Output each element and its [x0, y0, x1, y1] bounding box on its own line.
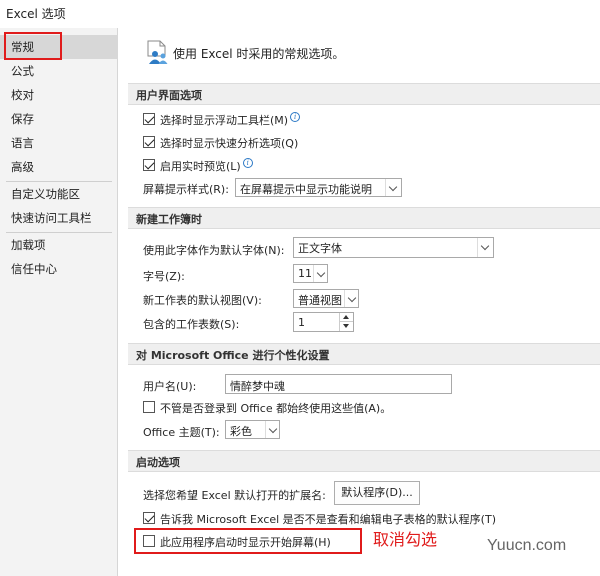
tooltip-style-label: 屏幕提示样式(R): — [143, 183, 229, 196]
chevron-down-icon — [265, 421, 279, 438]
section-header-startup: 启动选项 — [128, 450, 600, 472]
sidebar-item-language[interactable]: 语言 — [0, 131, 118, 155]
quick-analysis-checkbox[interactable] — [143, 136, 155, 148]
tooltip-style-value: 在屏幕提示中显示功能说明 — [240, 183, 372, 196]
options-sidebar: 常规 公式 校对 保存 语言 高级 自定义功能区 快速访问工具栏 加载项 信任中… — [0, 28, 118, 576]
default-view-value: 普通视图 — [298, 294, 342, 307]
default-programs-button[interactable]: 默认程序(D)... — [334, 481, 420, 505]
default-extensions-label: 选择您希望 Excel 默认打开的扩展名: — [143, 489, 326, 502]
watermark: Yuucn.com — [487, 537, 567, 554]
section-header-personalize: 对 Microsoft Office 进行个性化设置 — [128, 343, 600, 365]
sidebar-item-customize-ribbon[interactable]: 自定义功能区 — [0, 182, 118, 206]
live-preview-label: 启用实时预览(L) i — [160, 158, 253, 174]
username-value: 情醉梦中魂 — [230, 380, 285, 393]
always-use-values-label: 不管是否登录到 Office 都始终使用这些值(A)。 — [160, 402, 392, 415]
section-title: 新建工作簿时 — [136, 213, 202, 226]
office-theme-label: Office 主题(T): — [143, 426, 220, 439]
chevron-down-icon — [313, 265, 327, 282]
quick-analysis-label: 选择时显示快速分析选项(Q) — [160, 137, 299, 150]
chevron-down-icon — [385, 179, 401, 196]
default-view-select[interactable]: 普通视图 — [293, 289, 359, 308]
font-size-label: 字号(Z): — [143, 270, 185, 283]
section-header-new-workbook: 新建工作簿时 — [128, 207, 600, 229]
office-theme-value: 彩色 — [230, 425, 252, 438]
tooltip-style-select[interactable]: 在屏幕提示中显示功能说明 — [235, 178, 402, 197]
font-size-select[interactable]: 11 — [293, 264, 328, 283]
float-toolbar-checkbox[interactable] — [143, 113, 155, 125]
spin-down-arrow-icon[interactable] — [340, 322, 353, 331]
sidebar-item-trust-center[interactable]: 信任中心 — [0, 257, 118, 281]
annotation-uncheck: 取消勾选 — [373, 530, 438, 549]
sheet-count-value: 1 — [298, 316, 305, 329]
default-view-label: 新工作表的默认视图(V): — [143, 294, 262, 307]
username-label: 用户名(U): — [143, 380, 197, 393]
highlight-box-start-screen — [134, 528, 362, 554]
live-preview-checkbox[interactable] — [143, 159, 155, 171]
default-font-select[interactable]: 正文字体 — [293, 237, 494, 258]
spin-up-arrow-icon[interactable] — [340, 313, 353, 322]
section-title: 用户界面选项 — [136, 89, 202, 102]
section-header-ui-options: 用户界面选项 — [128, 83, 600, 105]
general-options-heading: 使用 Excel 时采用的常规选项。 — [173, 47, 345, 61]
office-theme-select[interactable]: 彩色 — [225, 420, 280, 439]
sidebar-item-proofing[interactable]: 校对 — [0, 83, 118, 107]
info-icon[interactable]: i — [242, 158, 253, 168]
section-title: 启动选项 — [136, 456, 180, 469]
always-use-values-checkbox[interactable] — [143, 401, 155, 413]
window-title: Excel 选项 — [6, 7, 66, 21]
chevron-down-icon — [344, 290, 358, 307]
font-size-value: 11 — [298, 267, 312, 280]
title-bar: Excel 选项 — [0, 0, 600, 28]
float-toolbar-label: 选择时显示浮动工具栏(M) i — [160, 112, 301, 128]
chevron-down-icon — [477, 238, 493, 257]
sheet-count-label: 包含的工作表数(S): — [143, 318, 240, 331]
default-program-notice-checkbox[interactable] — [143, 512, 155, 524]
sidebar-item-advanced[interactable]: 高级 — [0, 155, 118, 179]
info-icon[interactable]: i — [290, 112, 301, 122]
people-settings-icon — [146, 40, 170, 66]
highlight-box-general — [4, 32, 62, 60]
default-font-label: 使用此字体作为默认字体(N): — [143, 244, 285, 257]
sidebar-item-save[interactable]: 保存 — [0, 107, 118, 131]
default-program-notice-label: 告诉我 Microsoft Excel 是否不是查看和编辑电子表格的默认程序(T… — [160, 513, 496, 526]
username-input[interactable]: 情醉梦中魂 — [225, 374, 452, 394]
sidebar-item-add-ins[interactable]: 加载项 — [0, 233, 118, 257]
default-font-value: 正文字体 — [298, 242, 342, 255]
section-title: 对 Microsoft Office 进行个性化设置 — [136, 349, 330, 362]
sheet-count-spinner — [339, 313, 353, 331]
sheet-count-stepper[interactable]: 1 — [293, 312, 354, 332]
sidebar-item-formulas[interactable]: 公式 — [0, 59, 118, 83]
sidebar-item-quick-access-toolbar[interactable]: 快速访问工具栏 — [0, 206, 118, 230]
